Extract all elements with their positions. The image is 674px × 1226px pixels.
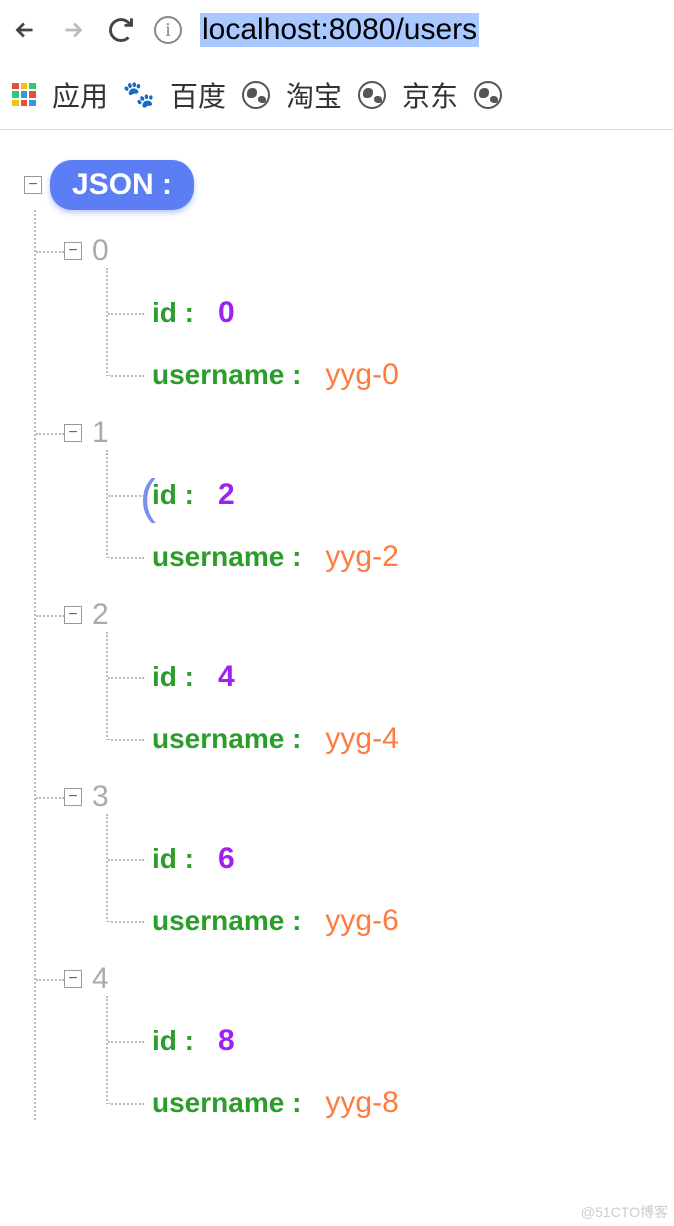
json-value-id: 8 [218,1024,235,1058]
array-index: 1 [92,416,109,450]
bookmark-apps[interactable]: 应用 [52,75,108,115]
json-key-id: id : [152,479,194,511]
json-tree: − 0 id : 0 username : yyg-0 − 1 ( [34,210,664,1120]
array-item: − 1 ( id : 2 username : yyg-2 [36,392,664,574]
array-item: − 4 id : 8 username : yyg-8 [36,938,664,1120]
json-key-id: id : [152,297,194,329]
json-value-id: 4 [218,660,235,694]
collapse-icon[interactable]: − [24,176,42,194]
json-value-id: 6 [218,842,235,876]
collapse-icon[interactable]: − [64,424,82,442]
json-value-username: yyg-4 [325,722,398,756]
apps-icon[interactable] [12,83,36,107]
json-key-username: username : [152,723,301,755]
json-key-username: username : [152,541,301,573]
array-item: − 2 id : 4 username : yyg-4 [36,574,664,756]
collapse-icon[interactable]: − [64,970,82,988]
bookmark-jd[interactable]: 京东 [402,75,458,115]
array-index: 4 [92,962,109,996]
baidu-icon[interactable]: 🐾 [124,80,154,110]
forward-button[interactable] [58,15,88,45]
json-value-username: yyg-8 [325,1086,398,1120]
array-index: 2 [92,598,109,632]
collapse-icon[interactable]: − [64,606,82,624]
json-value-username: yyg-0 [325,358,398,392]
json-root-label: JSON : [50,160,194,210]
json-viewer: − JSON : − 0 id : 0 username : yyg-0 [0,130,674,1140]
bookmark-baidu[interactable]: 百度 [170,75,226,115]
globe-icon[interactable] [242,81,270,109]
json-value-username: yyg-6 [325,904,398,938]
array-item: − 0 id : 0 username : yyg-0 [36,210,664,392]
json-key-id: id : [152,1025,194,1057]
back-button[interactable] [10,15,40,45]
reload-button[interactable] [106,15,136,45]
json-key-id: id : [152,661,194,693]
json-value-id: 0 [218,296,235,330]
collapse-icon[interactable]: − [64,242,82,260]
json-key-username: username : [152,359,301,391]
bookmark-taobao[interactable]: 淘宝 [286,75,342,115]
url-bar[interactable]: localhost:8080/users [200,13,479,47]
bookmarks-bar: 应用 🐾 百度 淘宝 京东 [0,60,674,130]
json-key-id: id : [152,843,194,875]
json-key-username: username : [152,905,301,937]
array-index: 0 [92,234,109,268]
json-value-username: yyg-2 [325,540,398,574]
globe-icon[interactable] [358,81,386,109]
collapse-icon[interactable]: − [64,788,82,806]
globe-icon[interactable] [474,81,502,109]
array-item: − 3 id : 6 username : yyg-6 [36,756,664,938]
json-key-username: username : [152,1087,301,1119]
array-index: 3 [92,780,109,814]
browser-toolbar: i localhost:8080/users [0,0,674,60]
json-value-id: 2 [218,478,235,512]
watermark: @51CTO博客 [581,1202,668,1222]
site-info-icon[interactable]: i [154,16,182,44]
